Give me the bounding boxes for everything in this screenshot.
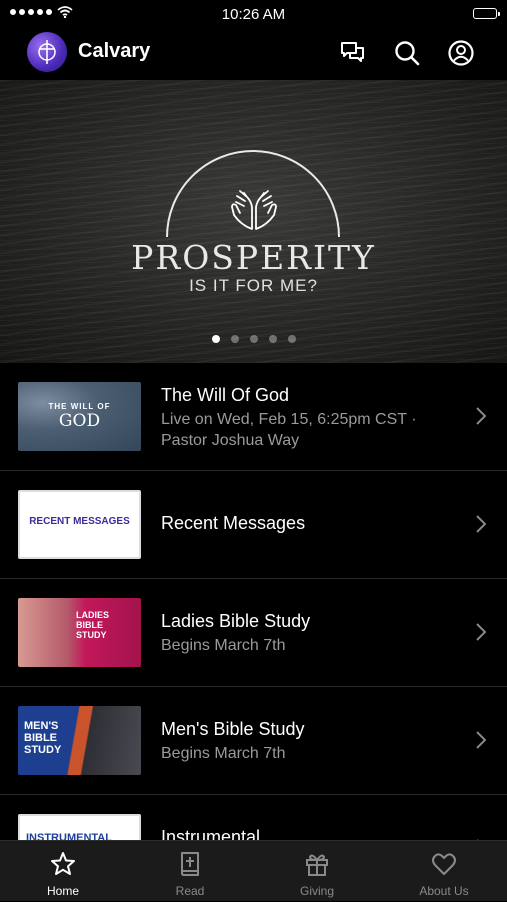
- profile-icon: [448, 40, 474, 66]
- thumbnail-ladies-bible-study: LADIES BIBLE STUDY: [18, 598, 141, 667]
- carousel-dot-4[interactable]: [268, 335, 277, 343]
- hero-banner[interactable]: PROSPERITY IS IT FOR ME?: [0, 80, 507, 363]
- list-item-will-of-god[interactable]: THE WILL OF GOD The Will Of God Live on …: [0, 363, 507, 471]
- thumb-text: MEN'S: [24, 720, 59, 732]
- chevron-right-icon: [476, 515, 487, 533]
- thumb-text: BIBLE: [24, 732, 57, 744]
- messages-button[interactable]: [338, 38, 368, 68]
- tab-label: Home: [46, 884, 79, 898]
- battery-icon: [473, 8, 500, 19]
- tab-home[interactable]: Home: [0, 841, 126, 901]
- tab-label: About Us: [419, 884, 469, 898]
- list-item-recent-messages[interactable]: RECENT MESSAGES Recent Messages: [0, 471, 507, 579]
- carousel-dot-2[interactable]: [230, 335, 239, 343]
- thumb-text: BIBLE: [76, 620, 103, 630]
- chat-icon: [341, 42, 364, 62]
- search-button[interactable]: [392, 38, 422, 68]
- carousel-dot-1[interactable]: [211, 335, 220, 343]
- thumb-text: RECENT MESSAGES: [29, 516, 130, 527]
- thumb-text: STUDY: [76, 630, 107, 640]
- thumbnail-will-of-god: THE WILL OF GOD: [18, 382, 141, 451]
- chevron-right-icon: [476, 731, 487, 749]
- hero-title: PROSPERITY: [131, 238, 376, 277]
- app-title: Calvary: [78, 40, 151, 62]
- gift-icon: [306, 854, 328, 876]
- tab-bar: Home Read Giving About Us: [0, 840, 507, 901]
- list-item-mens-bible-study[interactable]: MEN'S BIBLE STUDY Men's Bible Study Begi…: [0, 687, 507, 795]
- status-bar: 10:26 AM: [0, 0, 507, 28]
- logo-mark-icon: [38, 40, 56, 64]
- bible-icon: [181, 852, 199, 876]
- hero-arc: [166, 150, 340, 237]
- praying-hands-icon: [231, 190, 277, 230]
- item-title: Men's Bible Study: [161, 719, 305, 739]
- search-icon: [395, 41, 420, 66]
- item-title: The Will Of God: [161, 385, 290, 405]
- chevron-right-icon: [476, 407, 487, 425]
- list-item-ladies-bible-study[interactable]: LADIES BIBLE STUDY Ladies Bible Study Be…: [0, 579, 507, 687]
- tab-about-us[interactable]: About Us: [381, 841, 507, 901]
- chevron-right-icon: [476, 623, 487, 641]
- thumb-text: STUDY: [24, 744, 62, 756]
- tab-read[interactable]: Read: [127, 841, 253, 901]
- carousel-dot-3[interactable]: [249, 335, 258, 343]
- item-subtitle: Live on Wed, Feb 15, 6:25pm CST ·: [161, 411, 417, 428]
- item-subtitle: Pastor Joshua Way: [161, 432, 300, 449]
- status-time: 10:26 AM: [221, 6, 286, 23]
- item-subtitle: Begins March 7th: [161, 745, 286, 762]
- item-title: Ladies Bible Study: [161, 611, 311, 631]
- tab-label: Giving: [299, 884, 334, 898]
- carousel-indicator[interactable]: [0, 335, 507, 343]
- content-list: THE WILL OF GOD The Will Of God Live on …: [0, 363, 507, 902]
- thumb-text: LADIES: [76, 610, 110, 620]
- church-logo[interactable]: [27, 32, 67, 72]
- item-title: Recent Messages: [161, 513, 306, 533]
- thumb-text: THE WILL OF: [48, 402, 111, 411]
- tab-giving[interactable]: Giving: [254, 841, 380, 901]
- profile-button[interactable]: [446, 38, 476, 68]
- item-subtitle: Begins March 7th: [161, 637, 286, 654]
- carousel-dot-5[interactable]: [287, 335, 296, 343]
- app-header: Calvary: [0, 28, 507, 80]
- thumbnail-mens-bible-study: MEN'S BIBLE STUDY: [18, 706, 141, 775]
- thumb-text: GOD: [58, 411, 101, 431]
- heart-icon: [432, 853, 456, 875]
- hero-subtitle: IS IT FOR ME?: [189, 276, 318, 295]
- thumbnail-recent-messages: RECENT MESSAGES: [18, 490, 141, 559]
- tab-label: Read: [175, 884, 205, 898]
- star-icon: [51, 852, 75, 875]
